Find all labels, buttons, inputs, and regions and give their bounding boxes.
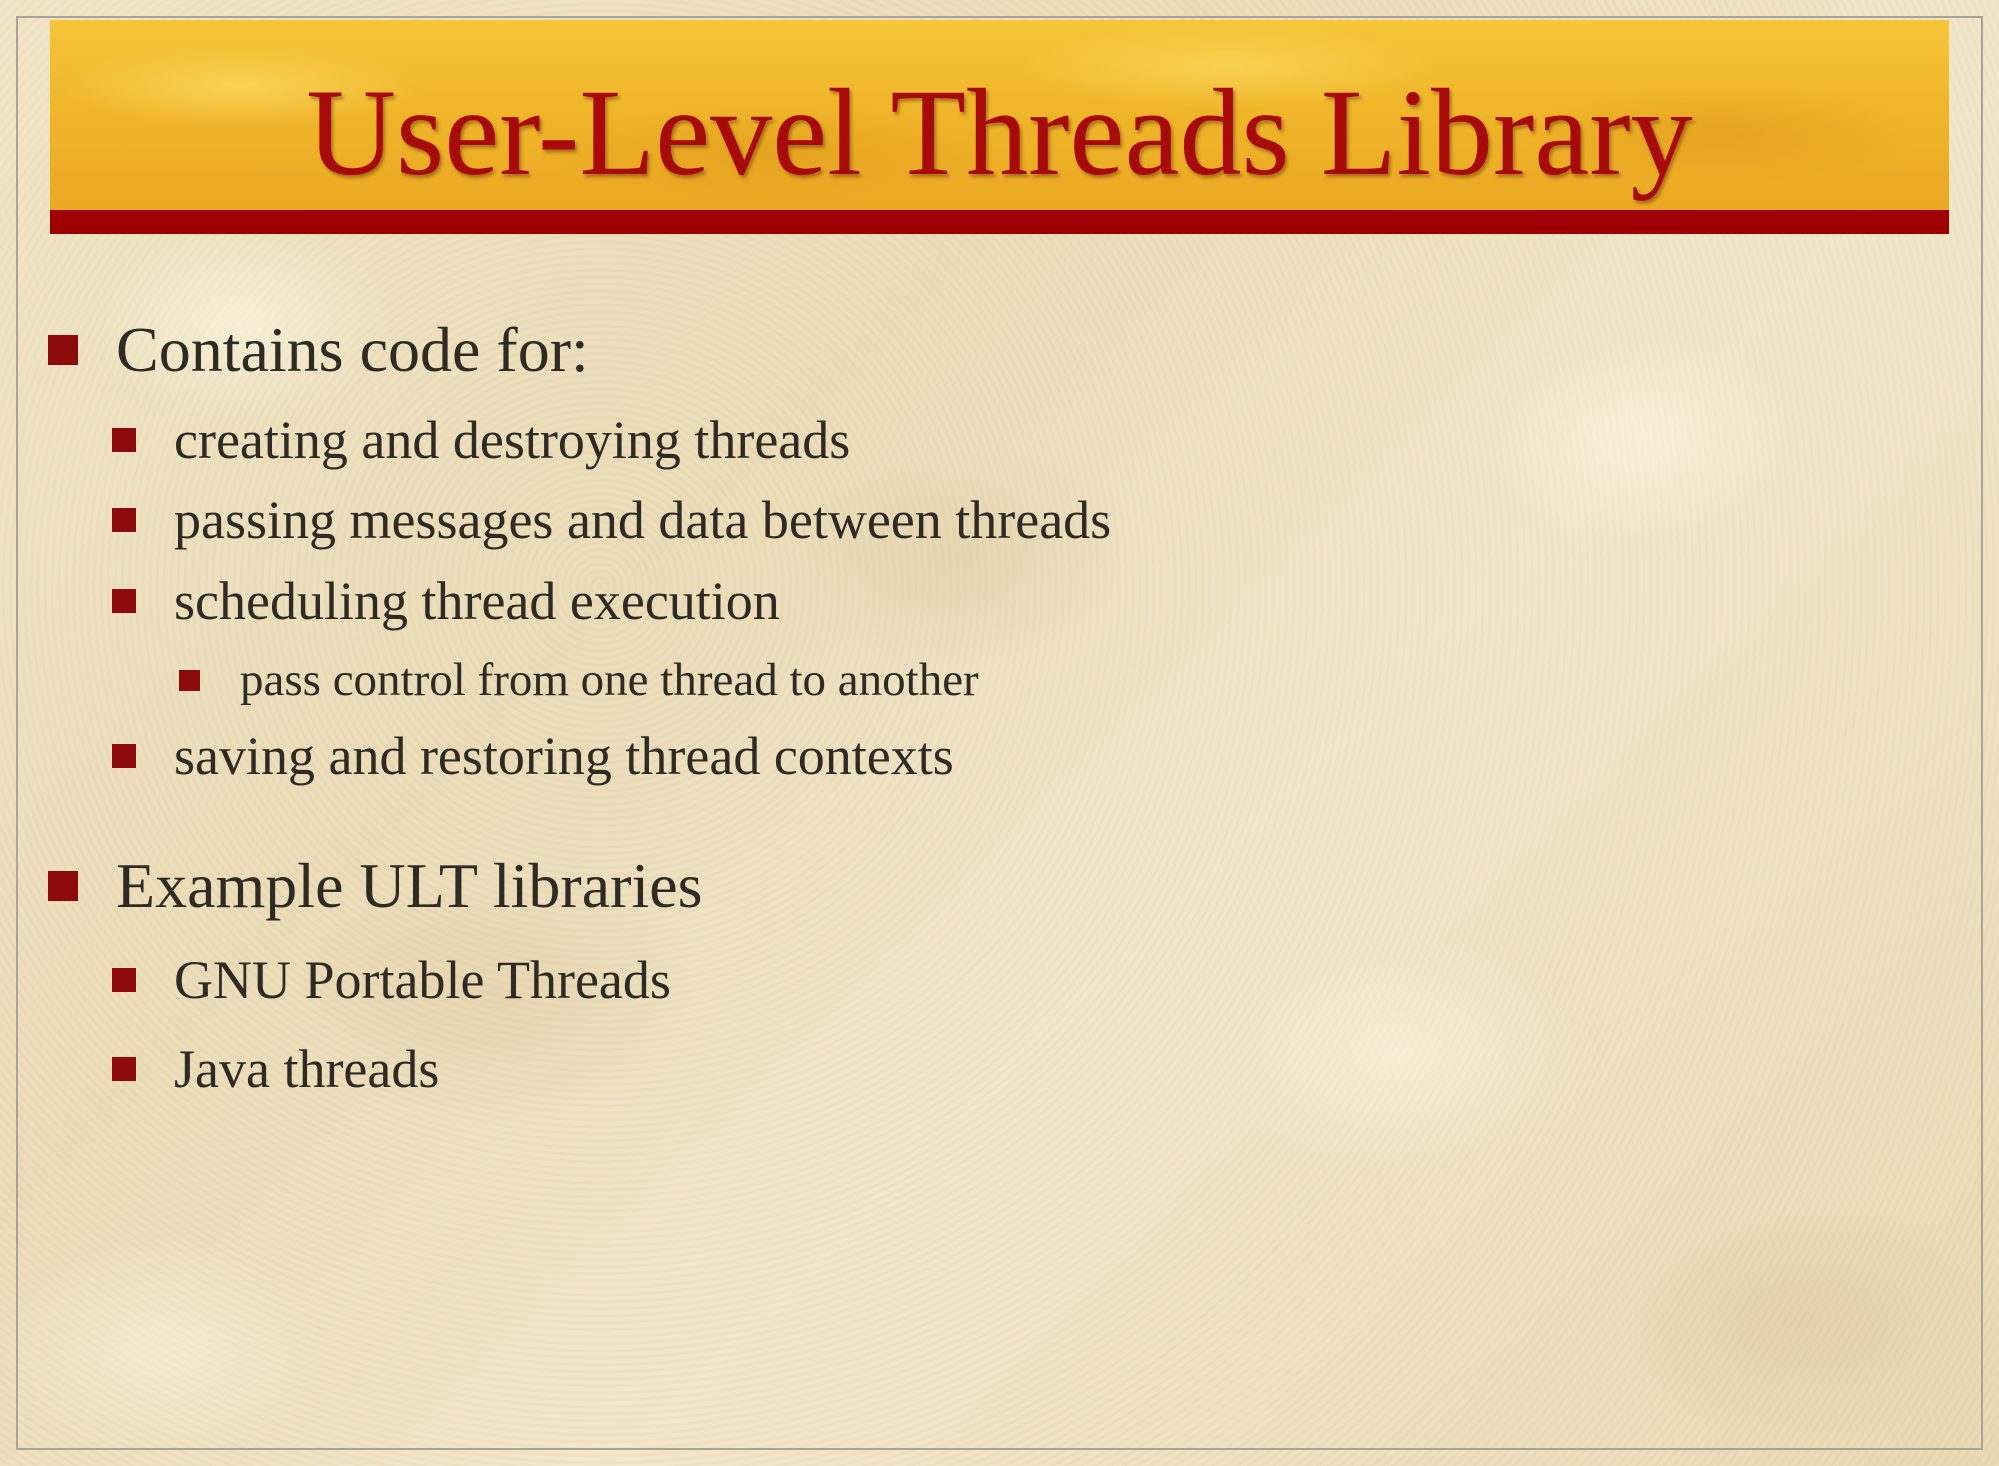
bullet-creating-destroying: creating and destroying threads (112, 404, 850, 476)
bullet-text: scheduling thread execution (174, 571, 780, 631)
bullet-text: Java threads (174, 1039, 440, 1099)
square-bullet-icon (112, 508, 136, 532)
bullet-saving-restoring: saving and restoring thread contexts (112, 720, 954, 792)
slide: User-Level Threads Library Contains code… (0, 0, 1999, 1466)
bullet-text: Contains code for: (116, 314, 589, 385)
bullet-text: Example ULT libraries (116, 850, 703, 921)
bullet-java-threads: Java threads (112, 1033, 439, 1105)
bullet-example-libraries: Example ULT libraries (48, 846, 703, 926)
bullet-contains-code: Contains code for: (48, 310, 589, 390)
bullet-scheduling: scheduling thread execution (112, 565, 780, 637)
bullet-text: passing messages and data between thread… (174, 490, 1112, 550)
bullet-text: saving and restoring thread contexts (174, 726, 954, 786)
square-bullet-icon (112, 744, 136, 768)
square-bullet-icon (48, 335, 78, 365)
square-bullet-icon (179, 669, 200, 691)
square-bullet-icon (112, 968, 136, 992)
bullet-gnu-portable: GNU Portable Threads (112, 944, 671, 1016)
bullet-pass-control: pass control from one thread to another (179, 649, 979, 711)
bullet-text: creating and destroying threads (174, 410, 851, 470)
bullet-text: GNU Portable Threads (174, 950, 671, 1010)
square-bullet-icon (48, 871, 78, 901)
bullet-text: pass control from one thread to another (240, 654, 979, 706)
square-bullet-icon (112, 589, 136, 613)
bullet-passing-messages: passing messages and data between thread… (112, 484, 1111, 556)
square-bullet-icon (112, 428, 136, 452)
slide-content: Contains code for: creating and destroyi… (0, 0, 1999, 1466)
square-bullet-icon (112, 1057, 136, 1081)
